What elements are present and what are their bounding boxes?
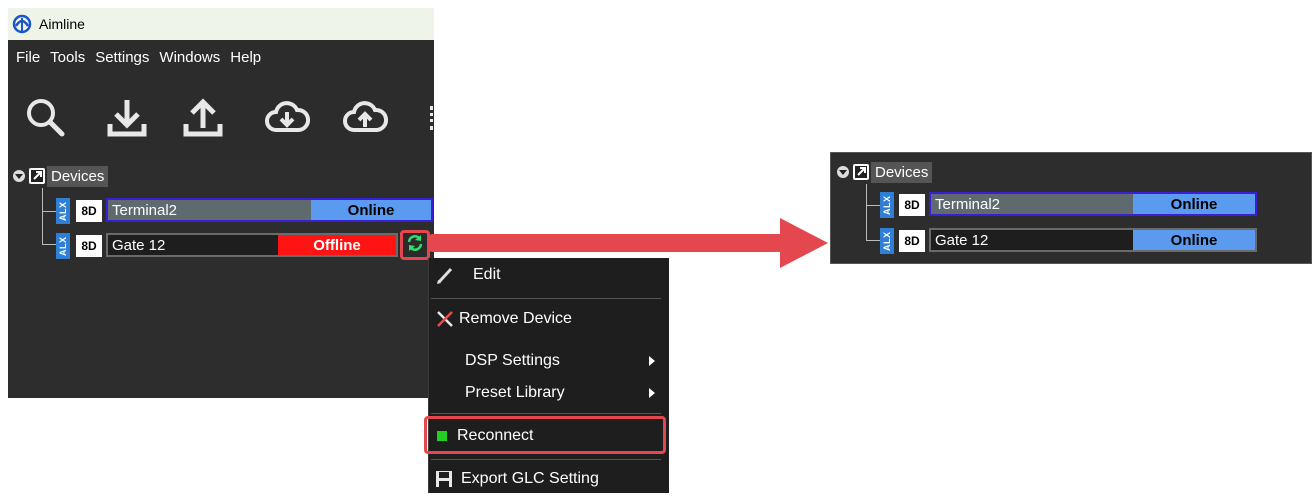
menu-item-label: Remove Device (459, 310, 572, 327)
submenu-arrow-icon (649, 388, 655, 398)
model-badge: 8D (899, 194, 925, 216)
context-menu: Edit Remove Device DSP Settings Preset L… (428, 258, 669, 493)
title-bar: Aimline (8, 8, 434, 40)
toolbar (8, 86, 434, 146)
menu-settings[interactable]: Settings (95, 49, 149, 66)
menu-windows[interactable]: Windows (159, 49, 220, 66)
tree-connector (866, 184, 867, 240)
tree-connector (42, 244, 56, 245)
upload-icon[interactable] (180, 94, 226, 140)
status-badge: Offline (278, 235, 396, 255)
tree-connector (42, 211, 56, 212)
device-row-terminal2[interactable]: Terminal2 Online (929, 192, 1257, 216)
device-name: Gate 12 (112, 236, 166, 254)
x-icon (435, 310, 455, 333)
app-logo-icon (11, 13, 33, 35)
collapse-icon[interactable] (12, 169, 26, 183)
menu-file[interactable]: File (16, 49, 40, 66)
cloud-upload-icon[interactable] (342, 94, 388, 140)
tree-connector (866, 240, 880, 241)
menu-item-preset-library[interactable]: Preset Library (429, 376, 665, 410)
devices-label: Devices (871, 161, 933, 183)
tree-connector (42, 188, 43, 244)
menu-item-label: Preset Library (465, 384, 565, 401)
collapse-icon[interactable] (836, 165, 850, 179)
menu-divider (431, 413, 661, 414)
menu-help[interactable]: Help (230, 49, 261, 66)
external-link-icon[interactable] (852, 163, 870, 181)
refresh-icon (405, 233, 425, 258)
alx-badge: ALX (56, 233, 70, 259)
search-icon[interactable] (22, 94, 68, 140)
menu-item-remove-device[interactable]: Remove Device (429, 302, 665, 336)
floppy-icon (435, 470, 453, 493)
devices-tree-header[interactable]: Devices (836, 160, 933, 184)
device-name: Terminal2 (112, 201, 178, 219)
menu-bar: File Tools Settings Windows Help (8, 43, 434, 71)
device-row-gate-12[interactable]: Gate 12 Offline (106, 233, 398, 257)
reconnect-highlight (424, 416, 666, 454)
model-badge: 8D (76, 200, 102, 222)
external-link-icon[interactable] (28, 167, 46, 185)
tree-connector (866, 205, 880, 206)
alx-badge: ALX (880, 228, 894, 254)
menu-item-label: Export GLC Setting (461, 470, 599, 487)
menu-divider (431, 298, 661, 299)
submenu-arrow-icon (649, 356, 655, 366)
device-row-gate-12[interactable]: Gate 12 Online (929, 228, 1257, 252)
status-badge: Online (1133, 194, 1255, 214)
device-tree-panel (8, 158, 434, 398)
alx-badge: ALX (56, 198, 70, 224)
cloud-download-icon[interactable] (264, 94, 310, 140)
model-badge: 8D (76, 235, 102, 257)
status-badge: Online (1133, 230, 1255, 250)
transition-arrow-icon (430, 218, 828, 268)
menu-item-export-glc-setting[interactable]: Export GLC Setting (429, 462, 665, 496)
menu-divider (431, 459, 661, 460)
model-badge: 8D (899, 230, 925, 252)
alx-badge: ALX (880, 192, 894, 218)
status-badge: Online (311, 200, 431, 220)
devices-label: Devices (47, 165, 109, 187)
toolbar-overflow-icon[interactable] (430, 106, 437, 130)
reconnect-refresh-button[interactable] (400, 230, 430, 260)
menu-item-dsp-settings[interactable]: DSP Settings (429, 344, 665, 378)
download-icon[interactable] (104, 94, 150, 140)
menu-tools[interactable]: Tools (50, 49, 85, 66)
menu-item-label: DSP Settings (465, 352, 560, 369)
window-title: Aimline (39, 16, 85, 32)
devices-tree-header[interactable]: Devices (12, 164, 109, 188)
device-name: Terminal2 (935, 195, 1001, 213)
device-row-terminal2[interactable]: Terminal2 Online (106, 198, 433, 222)
device-name: Gate 12 (935, 231, 989, 249)
